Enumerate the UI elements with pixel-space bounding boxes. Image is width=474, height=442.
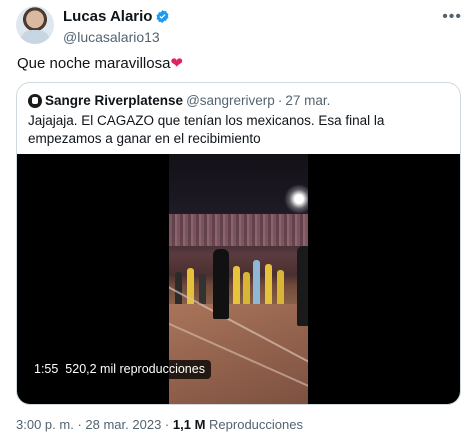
quoted-text: Jajajaja. El CAGAZO que tenían los mexic…	[28, 113, 385, 146]
footer-separator: ·	[164, 417, 170, 432]
heart-emoji-icon: ❤	[170, 55, 183, 72]
video-stats-badge: 1:55 520,2 mil reproducciones	[28, 360, 211, 379]
tweet-text: Que noche maravillosa❤	[17, 54, 183, 72]
quoted-handle: @sangreriverp	[186, 93, 275, 109]
quoted-date: 27 mar.	[285, 93, 331, 109]
tweet-text-content: Que noche maravillosa	[17, 55, 171, 72]
verified-badge-icon	[157, 10, 169, 24]
person-foreground	[297, 246, 308, 326]
tweet-time[interactable]: 3:00 p. m.	[16, 417, 74, 432]
quoted-video[interactable]: 1:55 520,2 mil reproducciones	[17, 154, 460, 404]
stadium-lights	[284, 184, 308, 214]
video-duration: 1:55	[34, 362, 59, 376]
quoted-header: Sangre Riverplatense @sangreriverp · 27 mar…	[28, 92, 330, 110]
author-display-name[interactable]: Lucas Alario	[63, 8, 152, 25]
more-options-icon[interactable]: •••	[442, 8, 462, 26]
players-group	[169, 252, 308, 312]
video-views: 520,2 mil reproducciones	[65, 362, 205, 376]
footer-separator: ·	[77, 417, 82, 432]
author-handle[interactable]: @lucasalario13	[63, 29, 170, 45]
quoted-avatar	[28, 93, 42, 108]
views-count: 1,1 M	[172, 417, 206, 432]
quoted-display-name: Sangre Riverplatense	[45, 93, 184, 109]
tweet-date[interactable]: 28 mar. 2023	[85, 417, 161, 432]
tweet-header: Lucas Alario @lucasalario13 •••	[16, 6, 466, 46]
author-names: Lucas Alario @lucasalario13	[63, 8, 170, 45]
stadium-stands	[169, 214, 308, 246]
avatar-shirt	[20, 30, 50, 44]
quoted-tweet[interactable]: Sangre Riverplatense @sangreriverp · 27 mar…	[16, 82, 461, 405]
person-foreground	[213, 249, 229, 319]
quoted-separator: ·	[277, 93, 283, 109]
views-label: Reproducciones	[209, 417, 303, 432]
tweet-footer: 3:00 p. m. · 28 mar. 2023 · 1,1 M Reprod…	[16, 417, 303, 432]
author-avatar[interactable]	[16, 6, 54, 44]
